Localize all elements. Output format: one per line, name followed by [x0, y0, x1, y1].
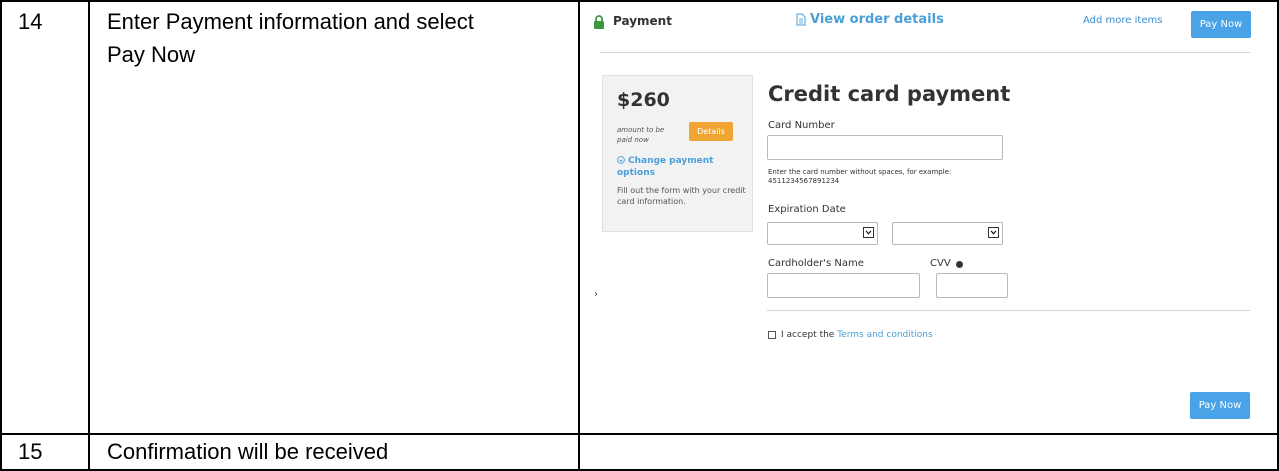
help-icon[interactable]	[956, 261, 963, 268]
cardholder-name-input[interactable]	[767, 273, 920, 298]
pay-now-button-bottom[interactable]: Pay Now	[1190, 392, 1250, 419]
expiration-year-select[interactable]	[892, 222, 1003, 245]
table-border-left	[0, 0, 2, 471]
payment-screenshot: Payment View order details Add more item…	[580, 2, 1277, 433]
card-number-hint: Enter the card number without spaces, fo…	[768, 168, 952, 185]
accept-terms-checkbox[interactable]	[768, 331, 776, 339]
chevron-down-icon	[863, 227, 874, 238]
table-divider-step	[88, 0, 90, 471]
header-divider	[600, 52, 1250, 53]
accept-terms-prefix: I accept the	[781, 330, 835, 340]
payment-summary-panel: $260 amount to be paid now Details Chang…	[602, 75, 753, 232]
payment-header-label: Payment	[613, 14, 672, 28]
step-instruction-line2: Pay Now	[107, 42, 196, 67]
change-payment-options-link[interactable]: Change payment options	[617, 155, 737, 179]
form-title: Credit card payment	[768, 82, 1011, 106]
view-order-details-link[interactable]: View order details	[810, 12, 944, 27]
step-number: 14	[18, 9, 43, 34]
cardholder-name-label: Cardholder's Name	[768, 258, 864, 269]
lock-icon	[594, 15, 604, 29]
expiration-month-select[interactable]	[767, 222, 878, 245]
cvv-label: CVV	[930, 258, 951, 269]
terms-and-conditions-link[interactable]: Terms and conditions	[837, 330, 932, 340]
document-icon	[796, 13, 806, 26]
cursor-icon: ›	[594, 289, 598, 300]
accept-terms-text: I accept the Terms and conditions	[781, 330, 933, 340]
chevron-down-icon	[988, 227, 999, 238]
table-row-divider	[0, 433, 1279, 435]
details-button[interactable]: Details	[689, 122, 733, 141]
pay-now-button-top[interactable]: Pay Now	[1191, 11, 1251, 38]
expiration-date-label: Expiration Date	[768, 204, 846, 215]
card-number-input[interactable]	[767, 135, 1003, 160]
summary-help-text: Fill out the form with your credit card …	[617, 186, 746, 206]
amount-value: $260	[617, 89, 670, 111]
form-divider	[767, 310, 1250, 311]
add-more-items-link[interactable]: Add more items	[1083, 15, 1162, 26]
step-number: 15	[18, 439, 43, 464]
amount-note: amount to be paid now	[617, 126, 665, 144]
step-instruction-line1: Enter Payment information and select	[107, 9, 474, 34]
step-instruction: Confirmation will be received	[107, 439, 389, 464]
cvv-input[interactable]	[936, 273, 1008, 298]
card-number-label: Card Number	[768, 120, 835, 131]
